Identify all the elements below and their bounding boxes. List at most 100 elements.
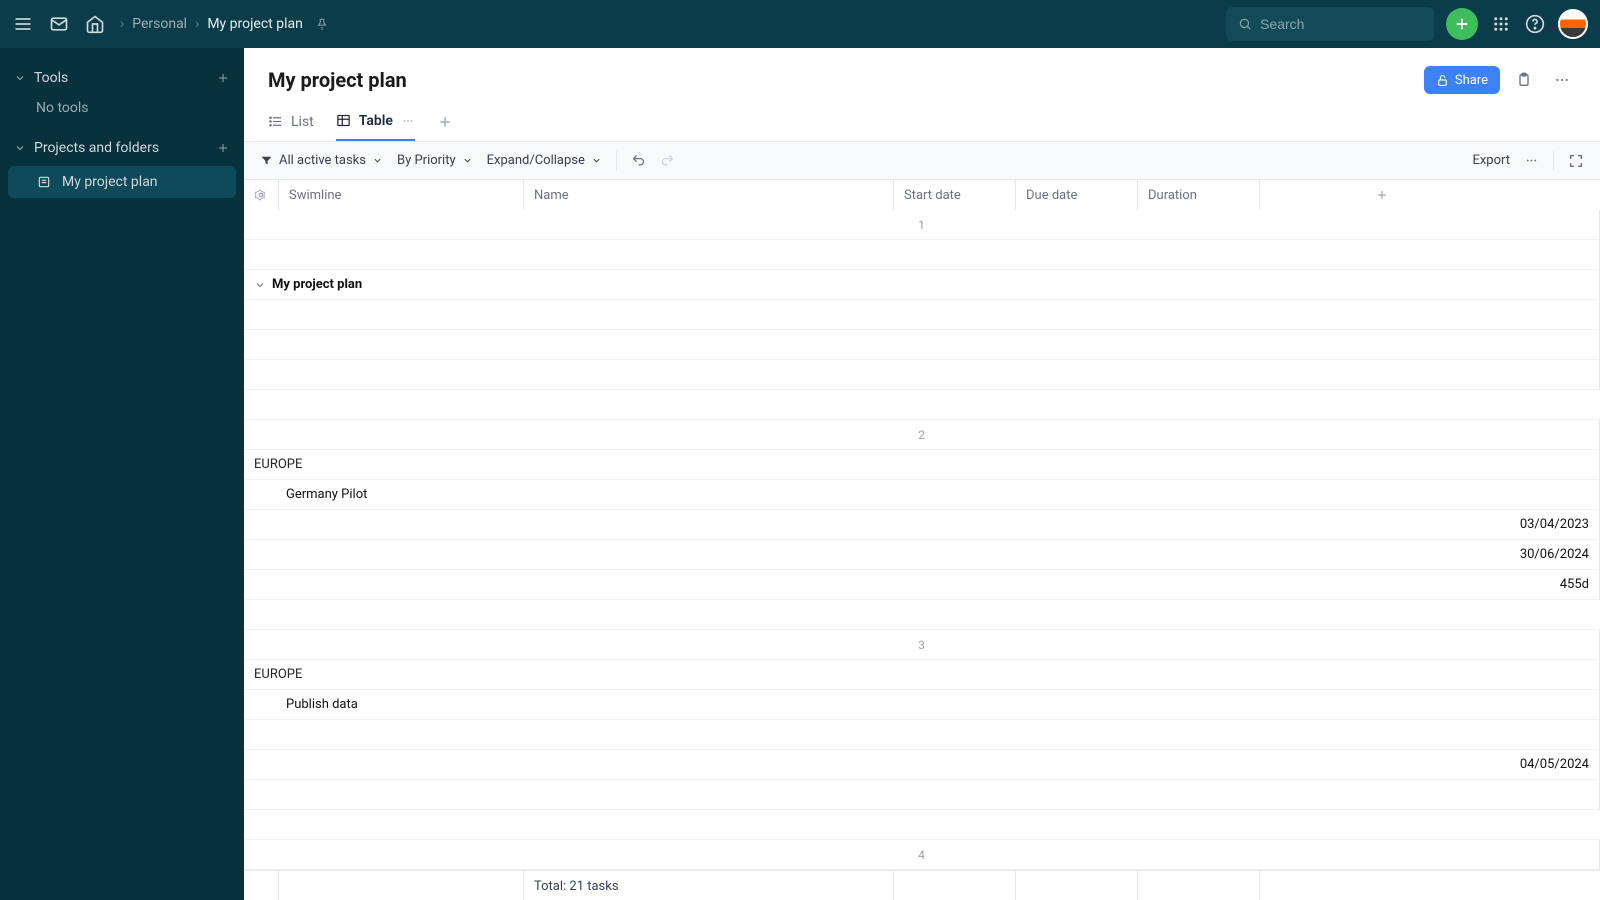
tab-table-label: Table (359, 113, 393, 129)
sidebar-item-my-project-plan[interactable]: My project plan (8, 166, 236, 198)
cell-extra (244, 390, 1600, 420)
toolbar-divider (1553, 151, 1554, 171)
list-icon (268, 114, 283, 129)
more-icon[interactable] (1548, 66, 1576, 94)
breadcrumb: › Personal › My project plan (120, 13, 333, 35)
table-footer: Total: 21 tasks (244, 870, 1600, 900)
page-title: My project plan (268, 68, 407, 92)
cell-due[interactable]: 04/05/2024 (244, 750, 1600, 780)
cell-duration[interactable]: 455d (244, 570, 1600, 600)
row-number: 1 (244, 210, 1600, 240)
avatar[interactable] (1558, 9, 1588, 39)
chevron-down-icon[interactable] (254, 279, 266, 291)
sidebar-empty-tools: No tools (0, 94, 244, 122)
pin-icon[interactable] (311, 13, 333, 35)
row-number: 3 (244, 630, 1600, 660)
export-label: Export (1472, 153, 1510, 168)
column-header-swimline[interactable]: Swimline (279, 180, 524, 210)
redo-button[interactable] (660, 153, 675, 168)
cell-start[interactable] (244, 300, 1600, 330)
table-body[interactable]: 1 My project plan 2EUROPEGermany Pilot03… (244, 210, 1600, 870)
tab-list[interactable]: List (268, 102, 314, 141)
search-icon (1238, 16, 1252, 32)
create-button[interactable] (1446, 8, 1478, 40)
chevron-down-icon (14, 142, 26, 154)
cell-swimline[interactable]: EUROPE (244, 660, 1600, 690)
breadcrumb-separator: › (195, 16, 199, 32)
tab-table[interactable]: Table (336, 102, 415, 141)
cell-extra (244, 810, 1600, 840)
sidebar-group-projects: Projects and folders My project plan (0, 132, 244, 198)
chevron-down-icon (462, 155, 473, 166)
add-view-button[interactable] (437, 114, 453, 130)
tab-table-more-icon[interactable] (401, 114, 415, 128)
search-box[interactable] (1226, 7, 1434, 41)
column-header-name[interactable]: Name (524, 180, 894, 210)
breadcrumb-separator: › (120, 16, 124, 32)
sidebar-label-projects: Projects and folders (34, 140, 159, 156)
chevron-down-icon (372, 155, 383, 166)
inbox-icon[interactable] (48, 13, 70, 35)
filter-button[interactable]: All active tasks (260, 153, 383, 168)
table-icon (336, 113, 351, 128)
redo-icon (660, 153, 675, 168)
cell-duration[interactable] (244, 780, 1600, 810)
sidebar: Tools No tools Projects and folders (0, 48, 244, 900)
undo-icon (631, 153, 646, 168)
export-button[interactable]: Export (1472, 153, 1510, 168)
add-project-button[interactable] (216, 141, 230, 155)
add-tool-button[interactable] (216, 71, 230, 85)
cell-due[interactable]: 30/06/2024 (244, 540, 1600, 570)
table-toolbar: All active tasks By Priority Expand/Coll… (244, 142, 1600, 180)
cell-name[interactable]: Germany Pilot (244, 480, 1600, 510)
topbar-right (1226, 7, 1588, 41)
row-number: 4 (244, 840, 1600, 870)
menu-icon[interactable] (12, 13, 34, 35)
apps-icon[interactable] (1490, 13, 1512, 35)
help-icon[interactable] (1524, 13, 1546, 35)
tab-list-label: List (291, 114, 314, 130)
cell-swimline[interactable] (244, 240, 1600, 270)
home-icon[interactable] (84, 13, 106, 35)
row-number: 2 (244, 420, 1600, 450)
sidebar-label-tools: Tools (34, 70, 68, 86)
topbar: › Personal › My project plan (0, 0, 1600, 48)
cell-name[interactable]: Publish data (244, 690, 1600, 720)
column-header-start[interactable]: Start date (894, 180, 1016, 210)
cell-due[interactable] (244, 330, 1600, 360)
table: Swimline Name Start date Due date Durati… (244, 180, 1600, 900)
topbar-left: › Personal › My project plan (12, 13, 333, 35)
sort-label: By Priority (397, 153, 456, 168)
clipboard-icon[interactable] (1510, 66, 1538, 94)
cell-start[interactable]: 03/04/2023 (244, 510, 1600, 540)
cell-start[interactable] (244, 720, 1600, 750)
sidebar-group-header-projects[interactable]: Projects and folders (0, 132, 244, 164)
sidebar-item-label: My project plan (62, 174, 158, 190)
footer-total: Total: 21 tasks (524, 871, 894, 900)
add-column-button[interactable] (1260, 180, 1504, 210)
chevron-down-icon (591, 155, 602, 166)
cell-swimline[interactable]: EUROPE (244, 450, 1600, 480)
undo-button[interactable] (631, 153, 646, 168)
column-header-due[interactable]: Due date (1016, 180, 1138, 210)
sort-button[interactable]: By Priority (397, 153, 473, 168)
lock-open-icon (1436, 74, 1449, 87)
breadcrumb-root[interactable]: Personal (132, 16, 187, 32)
main: My project plan Share List (244, 48, 1600, 900)
filter-icon (260, 154, 273, 167)
project-icon (36, 174, 52, 190)
group-name: My project plan (272, 277, 362, 292)
cell-name[interactable]: My project plan (244, 270, 1600, 300)
column-settings-icon[interactable] (244, 180, 279, 210)
search-input[interactable] (1260, 16, 1422, 32)
cell-duration[interactable] (244, 360, 1600, 390)
expand-collapse-label: Expand/Collapse (487, 153, 585, 168)
title-row: My project plan Share (244, 48, 1600, 102)
sidebar-group-header-tools[interactable]: Tools (0, 62, 244, 94)
column-header-duration[interactable]: Duration (1138, 180, 1260, 210)
breadcrumb-current[interactable]: My project plan (207, 16, 303, 32)
toolbar-more-icon[interactable] (1524, 153, 1539, 168)
fullscreen-icon[interactable] (1568, 153, 1584, 169)
share-button[interactable]: Share (1424, 66, 1500, 94)
expand-collapse-button[interactable]: Expand/Collapse (487, 153, 602, 168)
